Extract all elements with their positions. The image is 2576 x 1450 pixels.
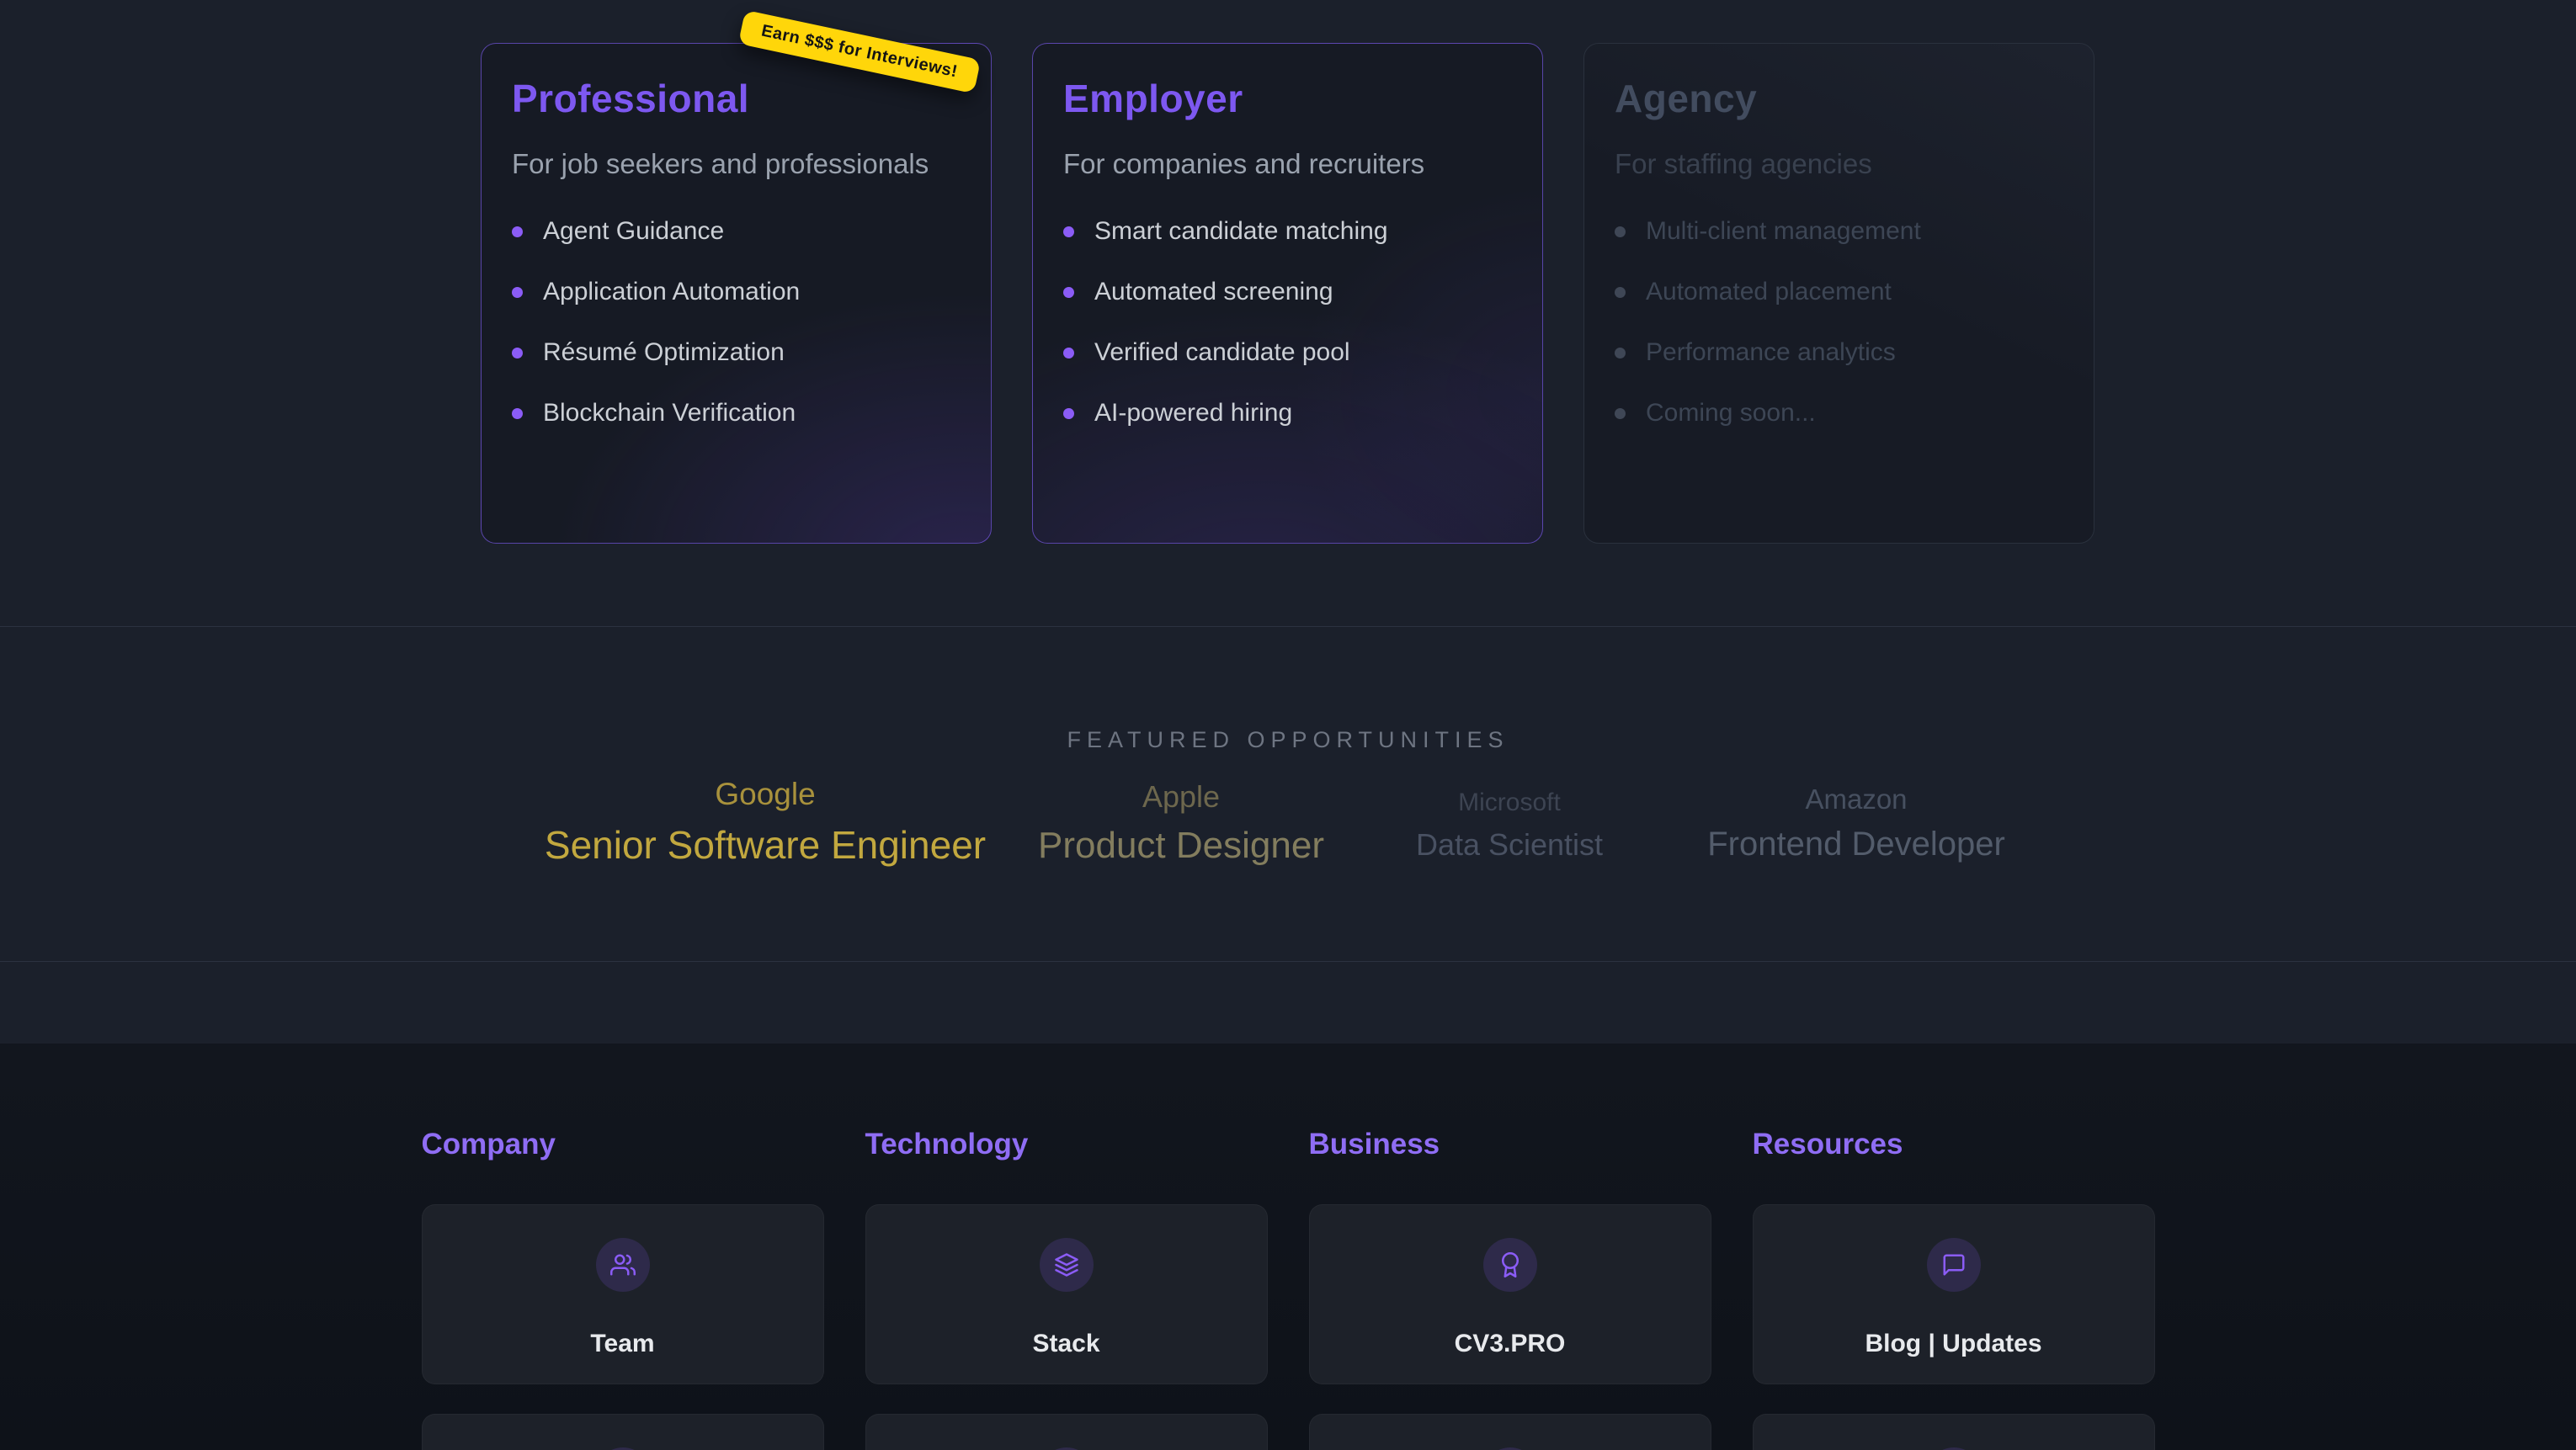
footer-card-label: Blog | Updates [1865, 1330, 2041, 1358]
plan-feature-list: Smart candidate matching Automated scree… [1063, 219, 1509, 426]
plan-feature: Smart candidate matching [1063, 219, 1509, 244]
job-company: Microsoft [1416, 789, 1603, 817]
bullet-dot-icon [1615, 408, 1626, 419]
footer-card-team[interactable]: Team [422, 1204, 824, 1384]
featured-opportunities-section: FEATURED OPPORTUNITIES Google Senior Sof… [0, 627, 2576, 962]
job-company: Google [545, 777, 986, 812]
footer-heading: Business [1309, 1127, 1711, 1162]
footer-card-partial[interactable] [1753, 1414, 2155, 1450]
plan-title: Employer [1063, 77, 1509, 120]
users-icon [596, 1238, 650, 1292]
plan-card-professional[interactable]: Professional For job seekers and profess… [481, 43, 992, 544]
bullet-dot-icon [1063, 226, 1074, 237]
plan-card-employer[interactable]: Employer For companies and recruiters Sm… [1032, 43, 1543, 544]
featured-job-microsoft[interactable]: Microsoft Data Scientist [1416, 789, 1603, 863]
job-role: Data Scientist [1416, 827, 1603, 863]
plan-feature-list: Agent Guidance Application Automation Ré… [512, 219, 957, 426]
footer-card-label: Stack [1032, 1330, 1099, 1358]
featured-job-amazon[interactable]: Amazon Frontend Developer [1707, 783, 2005, 863]
featured-job-apple[interactable]: Apple Product Designer [1038, 779, 1324, 867]
message-square-icon [1927, 1238, 1981, 1292]
featured-job-google[interactable]: Google Senior Software Engineer [545, 777, 986, 868]
footer-grid: Company Team Technology Stack [422, 1127, 2155, 1450]
job-role: Frontend Developer [1707, 826, 2005, 863]
footer-column-business: Business CV3.PRO [1309, 1127, 1711, 1450]
plan-feature-list: Multi-client management Automated placem… [1615, 219, 2060, 426]
plan-card-agency: Agency For staffing agencies Multi-clien… [1583, 43, 2094, 544]
plan-feature: Verified candidate pool [1063, 340, 1509, 365]
plan-feature: Automated placement [1615, 279, 2060, 305]
bullet-dot-icon [512, 408, 523, 419]
plan-description: For job seekers and professionals [512, 147, 957, 181]
site-footer: Company Team Technology Stack [0, 1044, 2576, 1450]
footer-column-company: Company Team [422, 1127, 824, 1450]
job-company: Amazon [1707, 783, 2005, 815]
bullet-dot-icon [1063, 348, 1074, 359]
section-spacer [0, 962, 2576, 1044]
job-company: Apple [1038, 779, 1324, 815]
footer-card-stack[interactable]: Stack [865, 1204, 1268, 1384]
bullet-dot-icon [1615, 348, 1626, 359]
footer-card-label: CV3.PRO [1455, 1330, 1566, 1358]
plan-cards-row: Professional For job seekers and profess… [481, 43, 2094, 544]
footer-heading: Company [422, 1127, 824, 1162]
plan-description: For companies and recruiters [1063, 147, 1509, 181]
footer-card-partial[interactable] [865, 1414, 1268, 1450]
job-role: Product Designer [1038, 825, 1324, 867]
layers-icon [1040, 1238, 1094, 1292]
bullet-dot-icon [512, 226, 523, 237]
plan-feature: Coming soon... [1615, 401, 2060, 426]
footer-heading: Resources [1753, 1127, 2155, 1162]
award-icon [1483, 1238, 1537, 1292]
plan-feature: Multi-client management [1615, 219, 2060, 244]
plan-feature: Performance analytics [1615, 340, 2060, 365]
featured-heading: FEATURED OPPORTUNITIES [0, 727, 2576, 753]
plan-feature: Automated screening [1063, 279, 1509, 305]
bullet-dot-icon [512, 287, 523, 298]
footer-card-label: Team [590, 1330, 654, 1358]
plan-feature: Agent Guidance [512, 219, 957, 244]
footer-heading: Technology [865, 1127, 1268, 1162]
plan-title: Agency [1615, 77, 2060, 120]
bullet-dot-icon [512, 348, 523, 359]
plan-description: For staffing agencies [1615, 147, 2060, 181]
footer-card-partial[interactable] [422, 1414, 824, 1450]
footer-card-blog[interactable]: Blog | Updates [1753, 1204, 2155, 1384]
plan-title: Professional [512, 77, 957, 120]
footer-card-partial[interactable] [1309, 1414, 1711, 1450]
job-role: Senior Software Engineer [545, 822, 986, 868]
footer-column-technology: Technology Stack [865, 1127, 1268, 1450]
plan-feature: Résumé Optimization [512, 340, 957, 365]
footer-card-cv3pro[interactable]: CV3.PRO [1309, 1204, 1711, 1384]
plans-section: Earn $$$ for Interviews! Professional Fo… [0, 0, 2576, 627]
plan-feature: Application Automation [512, 279, 957, 305]
plan-feature: AI-powered hiring [1063, 401, 1509, 426]
plan-feature: Blockchain Verification [512, 401, 957, 426]
bullet-dot-icon [1615, 287, 1626, 298]
bullet-dot-icon [1063, 408, 1074, 419]
bullet-dot-icon [1063, 287, 1074, 298]
footer-column-resources: Resources Blog | Updates [1753, 1127, 2155, 1450]
bullet-dot-icon [1615, 226, 1626, 237]
